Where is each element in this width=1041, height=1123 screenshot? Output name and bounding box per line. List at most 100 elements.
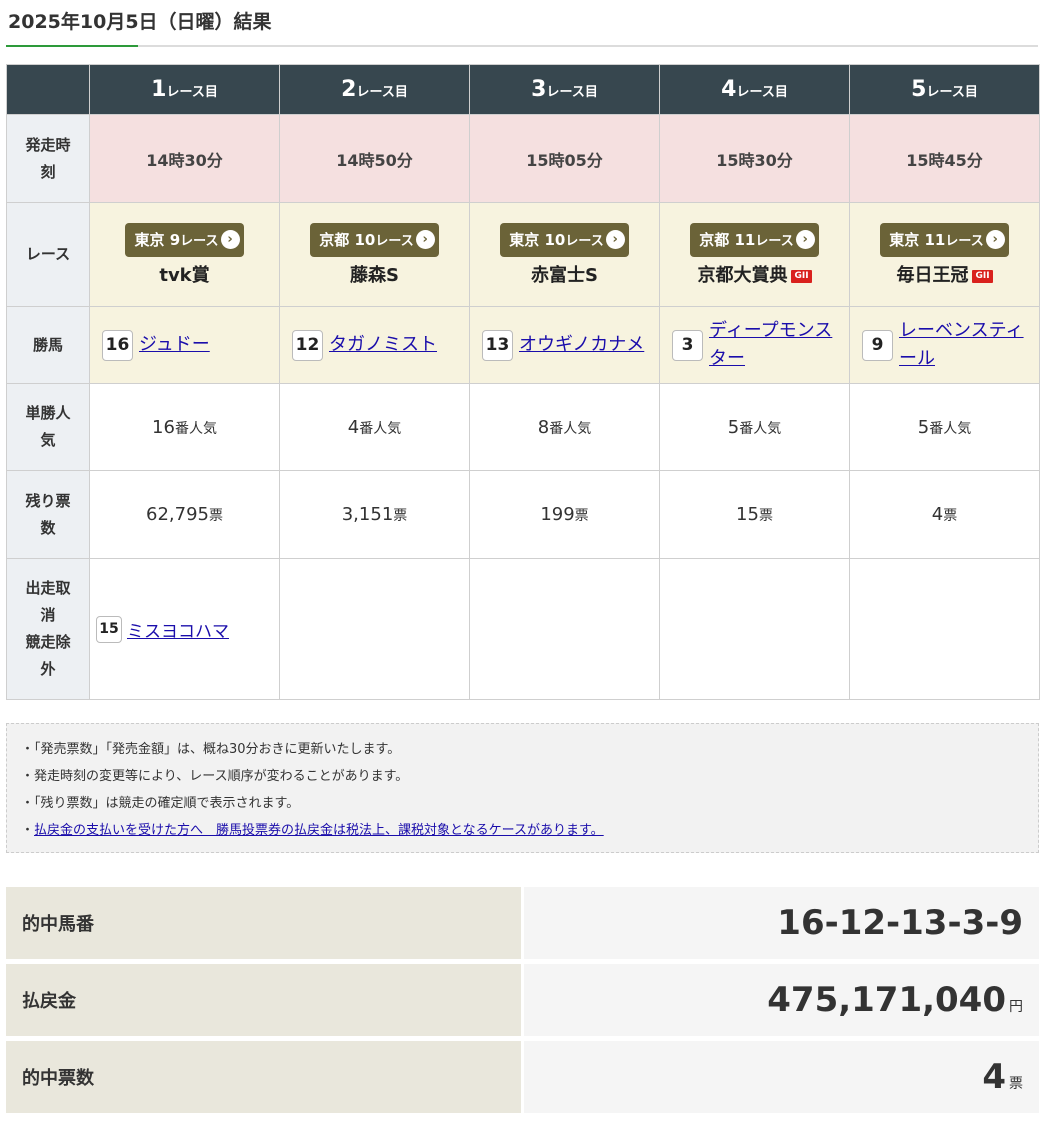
header-corner bbox=[6, 64, 90, 115]
remaining-4: 15票 bbox=[659, 470, 850, 559]
row-header-scratch: 出走取消競走除外 bbox=[6, 558, 90, 700]
race-name-3: 赤富士S bbox=[531, 264, 598, 286]
race-col-header-3: 3レース目 bbox=[469, 64, 660, 115]
race-name-1: tvk賞 bbox=[159, 264, 210, 286]
summary-row-payout: 払戻金 475,171,040 円 bbox=[6, 964, 1039, 1036]
winner-link-5[interactable]: レーベンスティール bbox=[899, 317, 1031, 373]
winner-cell-2: 12 タガノミスト bbox=[279, 306, 470, 384]
chevron-right-icon: › bbox=[985, 230, 1005, 249]
horse-number: 15 bbox=[96, 615, 122, 643]
popularity-5: 5番人気 bbox=[849, 383, 1040, 471]
start-time-1: 14時30分 bbox=[89, 114, 280, 203]
hit-numbers-value-cell: 16-12-13-3-9 bbox=[524, 887, 1039, 959]
race-name-5: 毎日王冠 GII bbox=[850, 261, 1039, 287]
race-cell-2: 京都 10 レース › 藤森S bbox=[279, 202, 470, 307]
winner-link-2[interactable]: タガノミスト bbox=[329, 331, 437, 359]
race-cell-4: 京都 11 レース › 京都大賞典 GII bbox=[659, 202, 850, 307]
winning-tickets-value: 4 bbox=[982, 1057, 1006, 1097]
race-link-5[interactable]: 東京 11 レース › bbox=[880, 222, 1009, 257]
scratch-link-1[interactable]: ミスヨコハマ bbox=[127, 617, 229, 642]
summary-row-winning-tickets: 的中票数 4票 bbox=[6, 1041, 1039, 1113]
horse-number: 12 bbox=[292, 329, 323, 361]
payout-value-cell: 475,171,040 円 bbox=[524, 964, 1039, 1036]
race-link-2[interactable]: 京都 10 レース › bbox=[310, 222, 439, 257]
table-row-race: レース 東京 9 レース › tvk賞 京都 10 レース › 藤森S 東京 10 レース… bbox=[6, 202, 1040, 307]
winner-cell-5: 9 レーベンスティール bbox=[849, 306, 1040, 384]
notes-box: ・「発売票数」「発売金額」は、概ね30分おきに更新いたします。 ・発走時刻の変更… bbox=[6, 723, 1039, 853]
race-name-2: 藤森S bbox=[350, 264, 399, 286]
scratch-cell-3 bbox=[469, 558, 660, 700]
row-header-popularity: 単勝人気 bbox=[6, 383, 90, 471]
race-link-4[interactable]: 京都 11 レース › bbox=[690, 222, 819, 257]
popularity-2: 4番人気 bbox=[279, 383, 470, 471]
row-header-winner: 勝馬 bbox=[6, 306, 90, 384]
winning-tickets-label: 的中票数 bbox=[6, 1041, 521, 1113]
payout-unit: 円 bbox=[1009, 999, 1023, 1015]
start-time-3: 15時05分 bbox=[469, 114, 660, 203]
race-cell-5: 東京 11 レース › 毎日王冠 GII bbox=[849, 202, 1040, 307]
scratch-cell-1: 15 ミスヨコハマ bbox=[89, 558, 280, 700]
summary-row-hit-numbers: 的中馬番 16-12-13-3-9 bbox=[6, 887, 1039, 959]
start-time-5: 15時45分 bbox=[849, 114, 1040, 203]
hit-numbers-value: 16-12-13-3-9 bbox=[777, 903, 1023, 943]
table-row-scratch: 出走取消競走除外 15 ミスヨコハマ bbox=[6, 558, 1040, 700]
race-col-header-2: 2レース目 bbox=[279, 64, 470, 115]
payout-label: 払戻金 bbox=[6, 964, 521, 1036]
horse-number: 13 bbox=[482, 329, 513, 361]
race-col-header-1: 1レース目 bbox=[89, 64, 280, 115]
row-header-race: レース bbox=[6, 202, 90, 307]
race-link-1[interactable]: 東京 9 レース › bbox=[125, 222, 244, 257]
payout-value: 475,171,040 bbox=[767, 980, 1006, 1020]
note-item: ・「発売票数」「発売金額」は、概ね30分おきに更新いたします。 bbox=[21, 742, 401, 757]
table-row-popularity: 単勝人気 16番人気 4番人気 8番人気 5番人気 5番人気 bbox=[6, 383, 1040, 471]
scratch-cell-4 bbox=[659, 558, 850, 700]
note-item: ・発走時刻の変更等により、レース順序が変わることがあります。 bbox=[21, 769, 409, 784]
tax-notice-link[interactable]: 払戻金の支払いを受けた方へ 勝馬投票券の払戻金は税法上、課税対象となるケースがあ… bbox=[34, 823, 604, 838]
table-row-winner: 勝馬 16 ジュドー 12 タガノミスト 13 オウギノカナメ 3 ディープモンスター … bbox=[6, 306, 1040, 384]
scratch-cell-2 bbox=[279, 558, 470, 700]
table-row-start-time: 発走時刻 14時30分 14時50分 15時05分 15時30分 15時45分 bbox=[6, 114, 1040, 203]
winner-cell-1: 16 ジュドー bbox=[89, 306, 280, 384]
title-divider bbox=[6, 45, 1038, 47]
remaining-5: 4票 bbox=[849, 470, 1040, 559]
start-time-4: 15時30分 bbox=[659, 114, 850, 203]
winner-link-4[interactable]: ディープモンスター bbox=[709, 317, 841, 373]
note-item: ・払戻金の支払いを受けた方へ 勝馬投票券の払戻金は税法上、課税対象となるケースが… bbox=[21, 823, 604, 838]
hit-numbers-label: 的中馬番 bbox=[6, 887, 521, 959]
winner-link-3[interactable]: オウギノカナメ bbox=[519, 331, 644, 359]
race-cell-1: 東京 9 レース › tvk賞 bbox=[89, 202, 280, 307]
race-link-3[interactable]: 東京 10 レース › bbox=[500, 222, 629, 257]
horse-number: 16 bbox=[102, 329, 133, 361]
race-name-4: 京都大賞典 GII bbox=[660, 261, 849, 287]
title-divider-accent bbox=[6, 45, 138, 47]
horse-number: 9 bbox=[862, 329, 893, 361]
row-header-start-time: 発走時刻 bbox=[6, 114, 90, 203]
remaining-1: 62,795票 bbox=[89, 470, 280, 559]
winner-cell-3: 13 オウギノカナメ bbox=[469, 306, 660, 384]
race-cell-3: 東京 10 レース › 赤富士S bbox=[469, 202, 660, 307]
winning-tickets-unit: 票 bbox=[1009, 1076, 1023, 1092]
popularity-1: 16番人気 bbox=[89, 383, 280, 471]
race-col-header-4: 4レース目 bbox=[659, 64, 850, 115]
remaining-3: 199票 bbox=[469, 470, 660, 559]
chevron-right-icon: › bbox=[220, 230, 240, 249]
chevron-right-icon: › bbox=[415, 230, 435, 249]
chevron-right-icon: › bbox=[795, 230, 815, 249]
grade-badge: GII bbox=[972, 269, 993, 283]
grade-badge: GII bbox=[791, 269, 812, 283]
row-header-remaining: 残り票数 bbox=[6, 470, 90, 559]
horse-number: 3 bbox=[672, 329, 703, 361]
results-table: 1レース目 2レース目 3レース目 4レース目 5レース目 発走時刻 14時30… bbox=[6, 64, 1040, 700]
table-row-remaining: 残り票数 62,795票 3,151票 199票 15票 4票 bbox=[6, 470, 1040, 559]
popularity-4: 5番人気 bbox=[659, 383, 850, 471]
note-item: ・「残り票数」は競走の確定順で表示されます。 bbox=[21, 796, 300, 811]
page-title: 2025年10月5日（日曜）結果 bbox=[8, 11, 272, 33]
winner-cell-4: 3 ディープモンスター bbox=[659, 306, 850, 384]
scratch-cell-5 bbox=[849, 558, 1040, 700]
winner-link-1[interactable]: ジュドー bbox=[139, 331, 210, 359]
race-col-header-5: 5レース目 bbox=[849, 64, 1040, 115]
start-time-2: 14時50分 bbox=[279, 114, 470, 203]
popularity-3: 8番人気 bbox=[469, 383, 660, 471]
chevron-right-icon: › bbox=[605, 230, 625, 249]
remaining-2: 3,151票 bbox=[279, 470, 470, 559]
